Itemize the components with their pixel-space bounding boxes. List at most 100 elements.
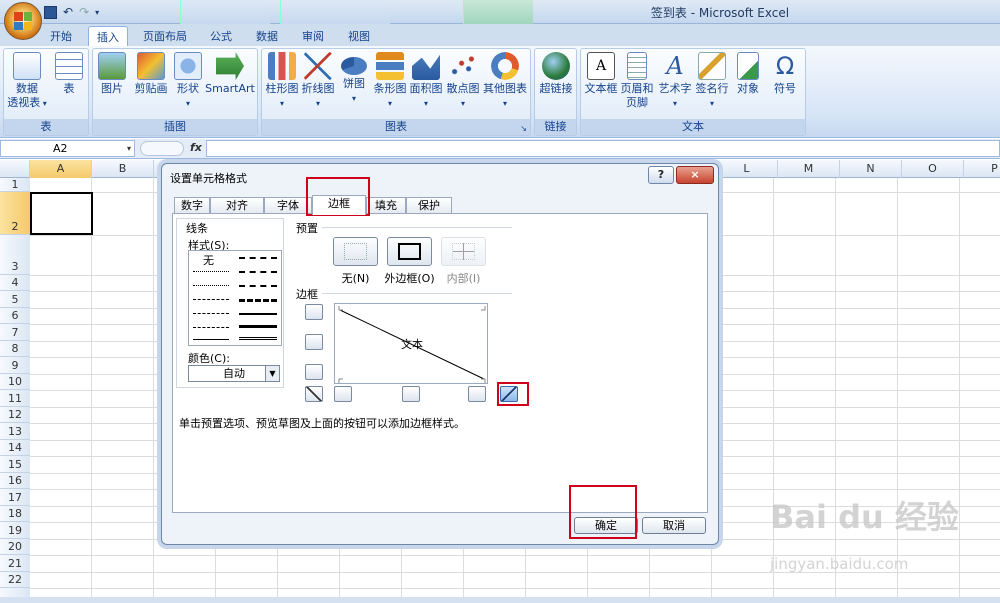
selected-cell-a2[interactable] (30, 192, 93, 235)
line-style-option[interactable] (239, 285, 277, 287)
wordart-button[interactable]: A 艺术字 ▾ (657, 51, 693, 111)
other-charts-button[interactable]: 其他图表 ▾ (482, 51, 528, 111)
hyperlink-button[interactable]: 超链接 (537, 51, 575, 96)
border-top-button[interactable] (305, 304, 323, 320)
border-diagonal-up-button[interactable] (305, 386, 323, 402)
row-header[interactable]: 18 (0, 506, 30, 522)
border-left-button[interactable] (334, 386, 352, 402)
name-box[interactable]: A2 ▾ (0, 140, 135, 157)
line-style-none[interactable]: 无 (203, 252, 214, 268)
tab-insert[interactable]: 插入 (88, 26, 128, 46)
qat-dropdown-icon[interactable]: ▾ (95, 8, 99, 17)
undo-icon[interactable]: ↶ (63, 5, 73, 19)
tab-data[interactable]: 数据 (248, 26, 286, 46)
select-all-corner[interactable] (0, 160, 30, 178)
row-header[interactable]: 2 (0, 192, 30, 235)
row-header[interactable]: 15 (0, 456, 30, 473)
column-header[interactable]: N (840, 160, 902, 178)
line-style-option[interactable] (239, 337, 277, 340)
line-style-option[interactable] (239, 257, 277, 259)
line-chart-button[interactable]: 折线图 ▾ (300, 51, 336, 111)
border-preview[interactable]: 文本 (334, 303, 488, 384)
text-box-button[interactable]: A 文本框 (583, 51, 619, 96)
row-header[interactable]: 20 (0, 539, 30, 555)
row-header[interactable]: 3 (0, 235, 30, 275)
line-style-option[interactable] (239, 325, 277, 328)
formula-bar-resizer[interactable] (140, 141, 184, 156)
border-right-button[interactable] (468, 386, 486, 402)
tab-home[interactable]: 开始 (42, 26, 80, 46)
column-header[interactable]: B (92, 160, 154, 178)
office-button[interactable] (4, 2, 42, 40)
column-header[interactable]: O (902, 160, 964, 178)
redo-icon[interactable]: ↷ (79, 5, 89, 19)
preset-none-button[interactable] (333, 237, 378, 266)
shapes-button[interactable]: 形状 ▾ (171, 51, 205, 111)
cancel-button[interactable]: 取消 (642, 517, 706, 534)
tab-alignment[interactable]: 对齐 (210, 197, 264, 214)
object-button[interactable]: 对象 (731, 51, 765, 96)
tab-view[interactable]: 视图 (340, 26, 378, 46)
tab-page-layout[interactable]: 页面布局 (135, 26, 195, 46)
help-button[interactable]: ? (648, 166, 674, 184)
column-header[interactable]: A (30, 160, 92, 178)
row-header[interactable]: 12 (0, 407, 30, 423)
close-button[interactable]: × (676, 166, 714, 184)
column-header[interactable]: M (778, 160, 840, 178)
row-header[interactable]: 9 (0, 357, 30, 374)
column-header[interactable]: L (716, 160, 778, 178)
line-style-option[interactable] (193, 299, 229, 300)
tab-formulas[interactable]: 公式 (202, 26, 240, 46)
row-header[interactable]: 22 (0, 572, 30, 588)
line-style-option[interactable] (193, 285, 229, 286)
border-inside-vertical-button[interactable] (402, 386, 420, 402)
row-header[interactable]: 5 (0, 291, 30, 308)
line-style-option[interactable] (193, 327, 229, 328)
row-header[interactable]: 11 (0, 390, 30, 407)
row-header[interactable]: 1 (0, 178, 30, 192)
column-chart-button[interactable]: 柱形图 ▾ (264, 51, 300, 111)
line-style-option[interactable] (193, 339, 229, 340)
row-header[interactable]: 19 (0, 522, 30, 539)
row-header[interactable]: 14 (0, 440, 30, 456)
border-bottom-button[interactable] (305, 364, 323, 380)
pie-chart-button[interactable]: 饼图 ▾ (336, 51, 372, 106)
row-header[interactable]: 17 (0, 489, 30, 506)
bar-chart-button[interactable]: 条形图 ▾ (372, 51, 408, 111)
symbol-button[interactable]: Ω 符号 (767, 51, 803, 96)
line-style-option[interactable] (239, 271, 277, 273)
clip-art-button[interactable]: 剪贴画 (131, 51, 171, 96)
color-select[interactable]: 自动 ▼ (188, 365, 280, 382)
row-header[interactable]: 8 (0, 341, 30, 357)
picture-button[interactable]: 图片 (95, 51, 129, 96)
formula-input[interactable] (206, 140, 1000, 157)
signature-line-button[interactable]: 签名行 ▾ (693, 51, 731, 111)
table-button[interactable]: 表 (52, 51, 86, 96)
tab-font[interactable]: 字体 (264, 197, 312, 214)
row-header[interactable]: 21 (0, 555, 30, 572)
tab-border[interactable]: 边框 (312, 195, 366, 215)
scatter-chart-button[interactable]: 散点图 ▾ (444, 51, 482, 111)
border-inside-horizontal-button[interactable] (305, 334, 323, 350)
row-header[interactable]: 13 (0, 423, 30, 440)
dialog-launcher-icon[interactable]: ↘ (520, 124, 527, 133)
preset-inside-button[interactable] (441, 237, 486, 266)
row-header[interactable]: 10 (0, 374, 30, 390)
save-icon[interactable] (44, 5, 57, 19)
row-header[interactable]: 7 (0, 324, 30, 341)
column-header[interactable]: P (964, 160, 1000, 178)
line-style-option[interactable] (239, 299, 277, 302)
preset-outline-button[interactable] (387, 237, 432, 266)
line-style-option[interactable] (193, 313, 229, 314)
line-style-list[interactable]: 无 (188, 250, 282, 346)
pivot-table-button[interactable]: 数据 透视表 ▾ (6, 51, 48, 111)
tab-protection[interactable]: 保护 (406, 197, 452, 214)
line-style-option[interactable] (239, 313, 277, 315)
sheet-tabs-bar[interactable] (0, 597, 1000, 603)
line-style-option[interactable] (193, 271, 229, 272)
row-header[interactable]: 4 (0, 275, 30, 291)
tab-fill[interactable]: 填充 (366, 197, 406, 214)
area-chart-button[interactable]: 面积图 ▾ (408, 51, 444, 111)
row-header[interactable]: 6 (0, 308, 30, 324)
header-footer-button[interactable]: 页眉和 页脚 (619, 51, 655, 110)
